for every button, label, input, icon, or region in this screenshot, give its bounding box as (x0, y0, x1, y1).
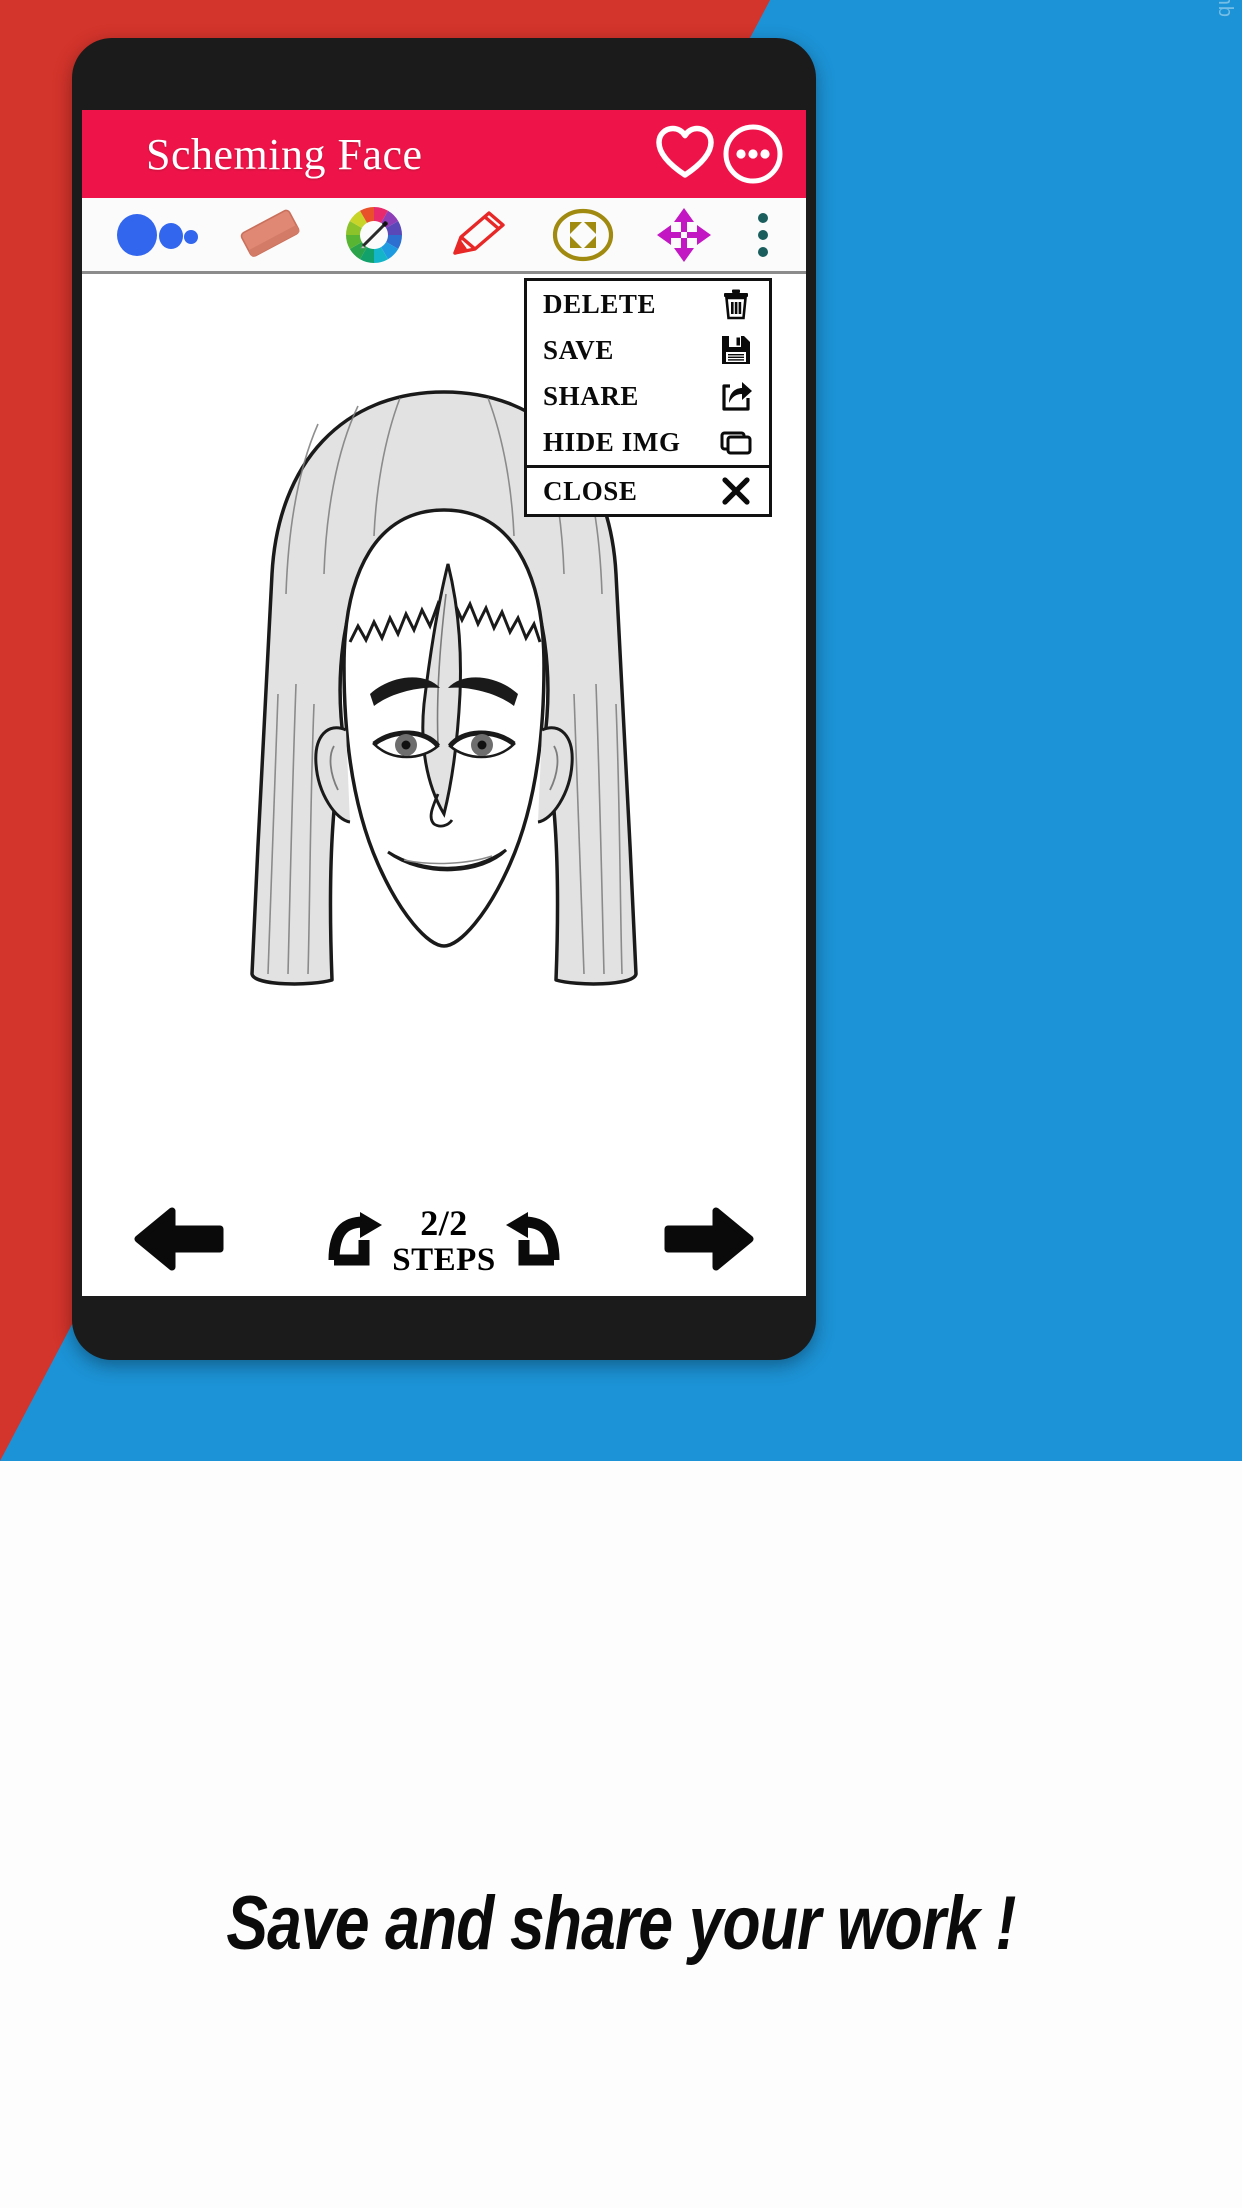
brush-size-icon[interactable] (115, 205, 199, 265)
menu-item-label: CLOSE (543, 475, 638, 506)
step-navigation-bar: 2/2 STEPS (82, 1186, 806, 1296)
eraser-icon[interactable] (238, 205, 304, 265)
options-menu: DELETE SAVE SHARE HIDE IMG CLOSE (524, 278, 772, 517)
menu-item-save[interactable]: SAVE (527, 327, 769, 373)
steps-counter: 2/2 STEPS (392, 1205, 495, 1277)
menu-item-label: DELETE (543, 288, 657, 319)
menu-item-label: SAVE (543, 334, 614, 365)
app-header: Scheming Face (82, 110, 806, 198)
menu-item-share[interactable]: SHARE (527, 373, 769, 419)
background-caption-panel (0, 1461, 1242, 2208)
heart-icon[interactable] (654, 123, 716, 185)
vertical-dots-icon[interactable] (753, 205, 773, 265)
steps-label: STEPS (392, 1242, 496, 1278)
phone-device-frame: Scheming Face DELETE SAVE SHARE HIDE IMG… (72, 38, 816, 1360)
close-x-icon (719, 474, 753, 508)
menu-item-label: HIDE IMG (543, 426, 681, 457)
color-wheel-icon[interactable] (342, 205, 406, 265)
watermark-text: © xmb (1213, 0, 1236, 18)
undo-icon[interactable] (502, 1210, 564, 1273)
pencil-icon[interactable] (445, 205, 511, 265)
promo-caption: Save and share your work ! (226, 1881, 1016, 1966)
redo-icon[interactable] (324, 1210, 386, 1273)
drawing-canvas[interactable]: DELETE SAVE SHARE HIDE IMG CLOSE 2/2 STE… (82, 274, 806, 1296)
arrow-right-icon[interactable] (664, 1205, 754, 1278)
floppy-disk-icon (719, 333, 753, 367)
menu-item-delete[interactable]: DELETE (527, 281, 769, 327)
drawing-toolbar (82, 198, 806, 274)
share-arrow-icon (719, 379, 753, 413)
layers-icon (719, 425, 753, 459)
undo-redo-steps-group: 2/2 STEPS (324, 1205, 563, 1277)
page-title: Scheming Face (146, 129, 423, 179)
move-arrows-icon[interactable] (654, 205, 714, 265)
more-options-icon[interactable] (722, 123, 784, 185)
trash-icon (719, 287, 753, 321)
menu-item-label: SHARE (543, 380, 640, 411)
menu-item-close[interactable]: CLOSE (527, 468, 769, 514)
phone-screen: Scheming Face DELETE SAVE SHARE HIDE IMG… (82, 110, 806, 1296)
menu-item-hide-img[interactable]: HIDE IMG (527, 419, 769, 465)
steps-count: 2/2 (420, 1203, 468, 1243)
arrow-left-icon[interactable] (134, 1205, 224, 1278)
fullscreen-icon[interactable] (550, 205, 616, 265)
